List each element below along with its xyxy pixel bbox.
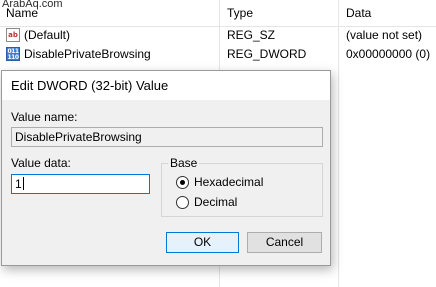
edit-dword-dialog: Edit DWORD (32-bit) Value Value name: Di… <box>1 70 331 266</box>
radio-hexadecimal-label: Hexadecimal <box>194 175 264 189</box>
radio-dot <box>180 180 185 185</box>
list-item[interactable]: ab (Default) REG_SZ (value not set) <box>0 26 436 45</box>
cancel-button[interactable]: Cancel <box>247 232 322 253</box>
value-name: DisablePrivateBrowsing <box>24 47 151 61</box>
value-data-label: Value data: <box>11 156 71 170</box>
value-name-label: Value name: <box>11 110 78 124</box>
value-type: REG_SZ <box>227 28 276 42</box>
dialog-titlebar[interactable]: Edit DWORD (32-bit) Value <box>2 71 330 100</box>
value-data: 0x00000000 (0) <box>346 47 431 61</box>
text-caret <box>22 177 24 190</box>
value-data-input[interactable]: 1 <box>11 174 150 194</box>
radio-button-checked[interactable] <box>176 176 189 189</box>
ok-button[interactable]: OK <box>166 232 239 253</box>
string-value-icon: ab <box>6 28 20 42</box>
value-name: (Default) <box>24 28 71 42</box>
list-item[interactable]: 011 110 DisablePrivateBrowsing REG_DWORD … <box>0 45 436 64</box>
list-header: Name Type Data <box>0 0 436 27</box>
value-name-field[interactable]: DisablePrivateBrowsing <box>11 127 323 147</box>
value-type: REG_DWORD <box>227 47 307 61</box>
value-data-text: 1 <box>15 177 22 191</box>
radio-button-unchecked[interactable] <box>176 196 189 209</box>
base-groupbox <box>161 163 323 217</box>
dialog-title: Edit DWORD (32-bit) Value <box>11 78 169 93</box>
watermark: ArabAq.com <box>2 0 63 10</box>
base-group-title: Base <box>168 156 200 170</box>
column-header-type[interactable]: Type <box>227 6 253 20</box>
column-header-data[interactable]: Data <box>346 6 371 20</box>
radio-decimal-label: Decimal <box>194 195 238 209</box>
dword-value-icon: 011 110 <box>6 47 20 61</box>
value-data: (value not set) <box>346 28 423 42</box>
